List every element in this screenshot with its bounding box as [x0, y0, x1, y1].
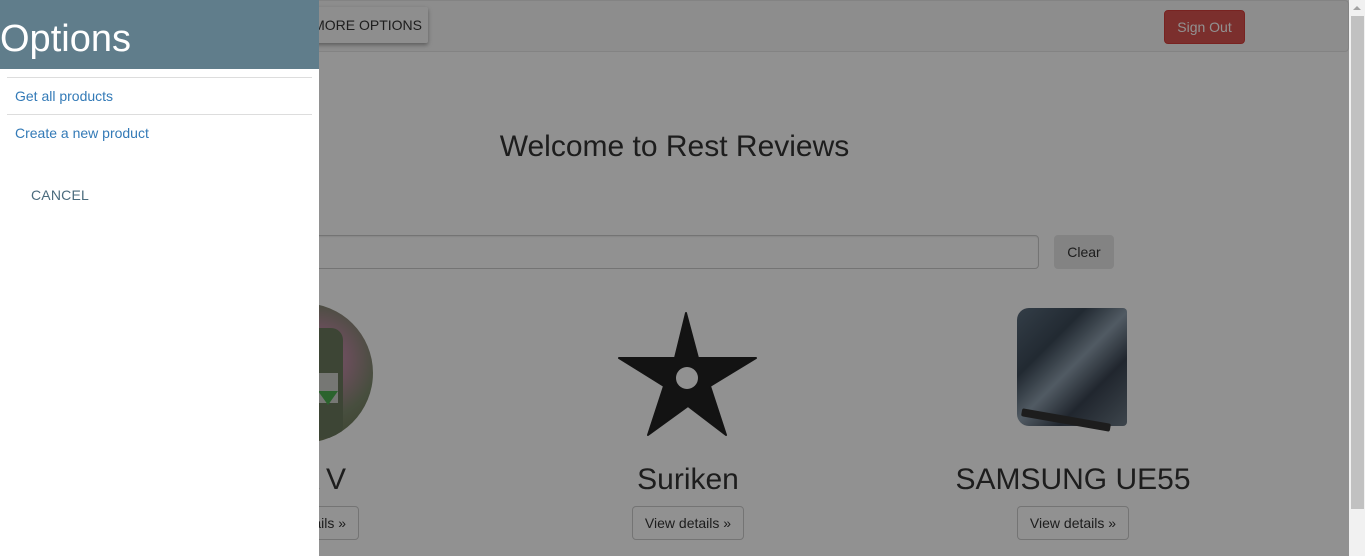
vertical-scrollbar[interactable] — [1349, 0, 1365, 556]
get-all-products-link[interactable]: Get all products — [7, 77, 312, 114]
scrollbar-thumb[interactable] — [1351, 16, 1364, 509]
create-new-product-link[interactable]: Create a new product — [7, 114, 312, 151]
scroll-up-arrow-icon[interactable] — [1353, 6, 1361, 10]
options-list: Get all products Create a new product — [7, 77, 312, 151]
cancel-button[interactable]: CANCEL — [18, 180, 102, 210]
panel-title: Options — [0, 0, 319, 69]
options-side-panel: Options Get all products Create a new pr… — [0, 0, 319, 556]
